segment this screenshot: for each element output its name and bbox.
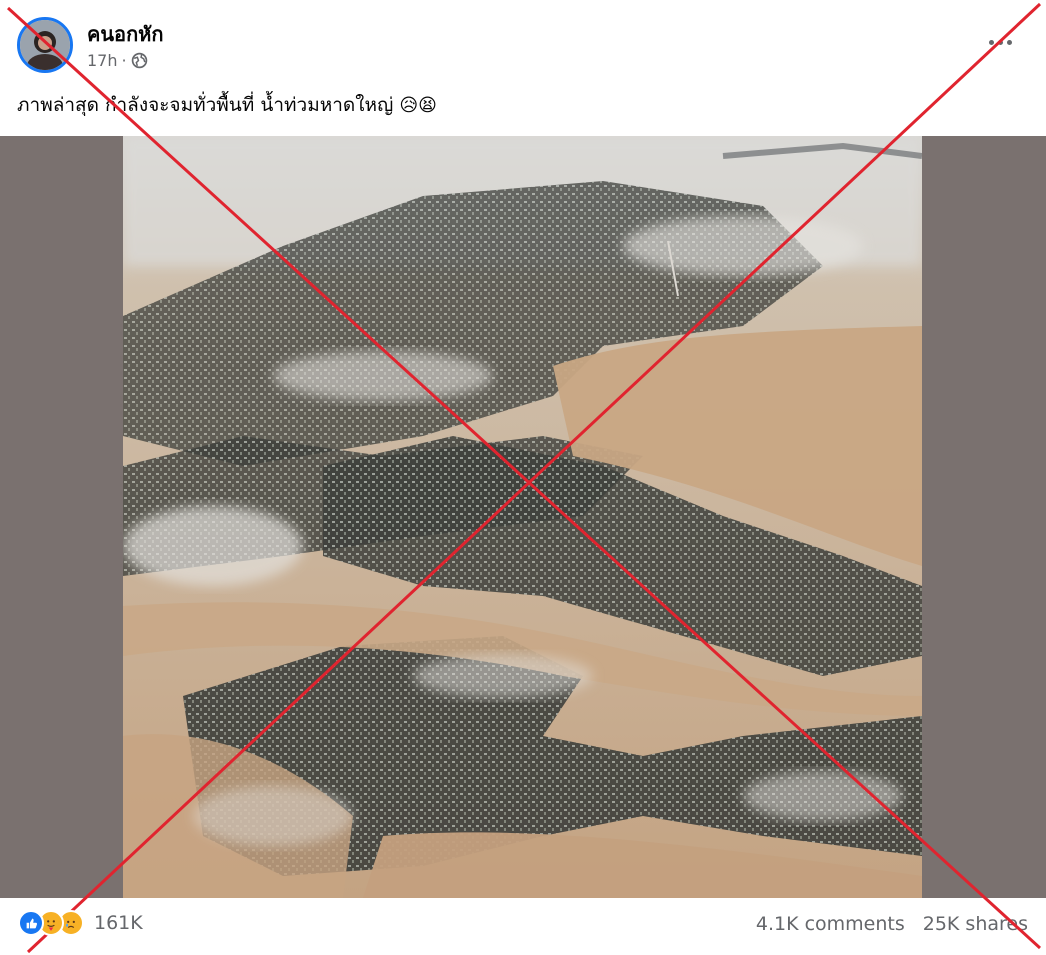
like-icon <box>18 910 44 936</box>
reaction-count[interactable]: 161K <box>94 912 143 934</box>
post-caption: ภาพล่าสุด กำลังจะจมทั่วพื้นที่ น้ำท่วมหา… <box>17 90 437 120</box>
author-avatar[interactable] <box>17 17 73 73</box>
meta-separator: · <box>121 51 127 70</box>
reactions-summary[interactable]: 161K <box>18 910 143 936</box>
comments-count[interactable]: 4.1K comments <box>756 913 905 935</box>
post-meta: 17h · <box>87 51 148 70</box>
post-time[interactable]: 17h <box>87 51 118 70</box>
post-header: คนอกหัก 17h · <box>0 0 1046 90</box>
more-options-button[interactable] <box>978 28 1022 56</box>
aerial-flood-photo[interactable] <box>123 136 922 898</box>
globe-icon[interactable] <box>131 52 148 69</box>
shares-count[interactable]: 25K shares <box>923 913 1028 935</box>
more-horizontal-icon <box>988 39 994 45</box>
caption-emojis: 😥😫 <box>399 95 437 116</box>
engagement-stats: 4.1K comments 25K shares <box>756 913 1028 935</box>
post-footer: 161K 4.1K comments 25K shares <box>0 898 1046 955</box>
caption-text: ภาพล่าสุด กำลังจะจมทั่วพื้นที่ น้ำท่วมหา… <box>17 94 394 116</box>
post-media[interactable] <box>0 136 1046 898</box>
author-name[interactable]: คนอกหัก <box>87 18 163 50</box>
